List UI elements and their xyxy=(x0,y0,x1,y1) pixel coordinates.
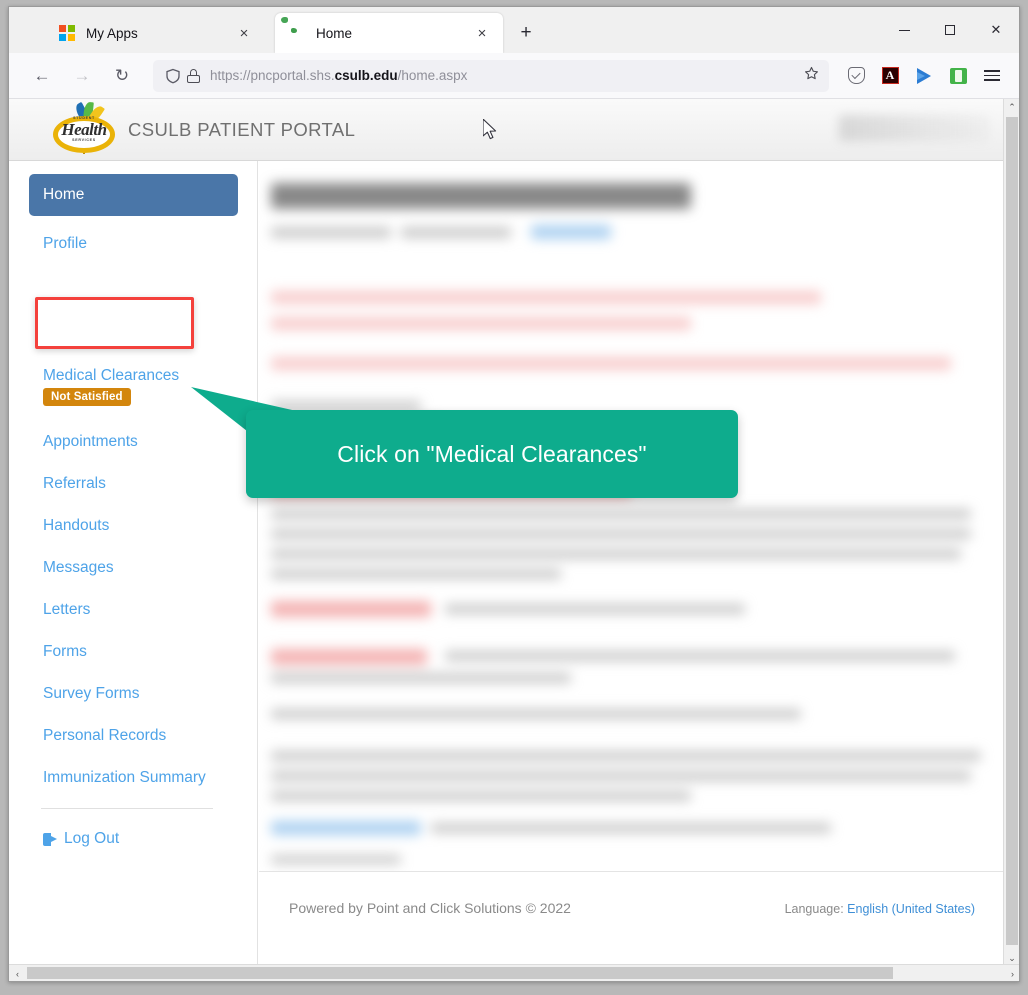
tab-my-apps-label: My Apps xyxy=(86,25,138,41)
navigation-toolbar: ← → ↻ https://pncportal.shs.csulb.edu/ho… xyxy=(9,53,1019,99)
footer-language-label: Language: xyxy=(784,902,844,916)
window-maximize-button[interactable] xyxy=(927,7,973,53)
logout-icon xyxy=(43,832,57,846)
horizontal-scrollbar[interactable]: ‹ › xyxy=(9,964,1019,981)
page-footer: Powered by Point and Click Solutions © 2… xyxy=(259,871,1005,965)
vertical-scrollbar[interactable]: ⌃ ⌄ xyxy=(1003,99,1019,967)
adobe-acrobat-icon[interactable]: A xyxy=(875,61,905,91)
footer-language-link[interactable]: English (United States) xyxy=(847,902,975,916)
instruction-callout: Click on "Medical Clearances" xyxy=(246,410,738,498)
forward-icon[interactable]: → xyxy=(65,59,99,93)
browser-window: My Apps × Home × + ✕ ← → ↻ https://pncpo… xyxy=(8,6,1020,982)
sidebar-item-letters[interactable]: Letters xyxy=(43,601,90,619)
shield-icon[interactable] xyxy=(165,68,181,84)
window-controls: ✕ xyxy=(881,7,1019,53)
green-extension-icon[interactable] xyxy=(943,61,973,91)
vertical-scrollbar-thumb[interactable] xyxy=(1006,117,1018,945)
reload-icon[interactable]: ↻ xyxy=(105,59,139,93)
pocket-icon[interactable] xyxy=(841,61,871,91)
address-bar[interactable]: https://pncportal.shs.csulb.edu/home.asp… xyxy=(153,59,829,92)
lock-icon[interactable] xyxy=(187,68,201,84)
sidebar-item-survey-forms[interactable]: Survey Forms xyxy=(43,685,139,703)
logout-button[interactable]: Log Out xyxy=(43,830,119,848)
sidebar-item-referrals[interactable]: Referrals xyxy=(43,475,106,493)
back-icon[interactable]: ← xyxy=(25,59,59,93)
url-text: https://pncportal.shs.csulb.edu/home.asp… xyxy=(210,68,468,83)
sidebar-item-medical-clearances-label: Medical Clearances xyxy=(43,367,180,384)
scroll-left-icon[interactable]: ‹ xyxy=(9,965,26,981)
tab-home-close-icon[interactable]: × xyxy=(471,22,493,44)
sidebar-item-messages[interactable]: Messages xyxy=(43,559,114,577)
microsoft-logo-icon xyxy=(59,24,76,42)
sidebar-item-appointments[interactable]: Appointments xyxy=(43,433,138,451)
sidebar-navigation: Home Profile Medical Clearances Not Sati… xyxy=(9,161,258,965)
blue-arrow-extension-icon[interactable] xyxy=(909,61,939,91)
blurred-content-layer xyxy=(259,161,1005,965)
instruction-callout-text: Click on "Medical Clearances" xyxy=(337,440,647,467)
sidebar-item-personal-records[interactable]: Personal Records xyxy=(43,727,166,745)
scroll-right-icon[interactable]: › xyxy=(1004,965,1019,981)
footer-powered-by: Powered by Point and Click Solutions © 2… xyxy=(289,900,571,916)
main-content-blurred xyxy=(259,161,1005,965)
tab-home[interactable]: Home × xyxy=(275,13,503,53)
patient-portal-page: STUDENT Health SERVICES CSULB PATIENT PO… xyxy=(9,99,1005,965)
window-close-button[interactable]: ✕ xyxy=(973,7,1019,53)
sidebar-item-handouts[interactable]: Handouts xyxy=(43,517,109,535)
sidebar-item-profile[interactable]: Profile xyxy=(43,235,87,253)
footer-language: Language: English (United States) xyxy=(785,902,975,916)
tab-strip: My Apps × Home × + ✕ xyxy=(9,7,1019,53)
portal-header: STUDENT Health SERVICES CSULB PATIENT PO… xyxy=(9,99,1005,161)
sidebar-divider xyxy=(41,808,213,809)
status-badge-not-satisfied: Not Satisfied xyxy=(43,388,131,406)
tab-home-label: Home xyxy=(316,25,353,41)
hamburger-menu-icon[interactable] xyxy=(977,61,1007,91)
header-user-info-blurred xyxy=(839,115,989,141)
tab-my-apps-close-icon[interactable]: × xyxy=(233,22,255,44)
tab-my-apps[interactable]: My Apps × xyxy=(45,13,265,53)
page-viewport: STUDENT Health SERVICES CSULB PATIENT PO… xyxy=(9,99,1019,981)
sidebar-item-home[interactable]: Home xyxy=(29,174,238,216)
logo-word: Health xyxy=(61,120,107,139)
star-icon[interactable] xyxy=(804,66,821,85)
sidebar-item-forms[interactable]: Forms xyxy=(43,643,87,661)
horizontal-scrollbar-thumb[interactable] xyxy=(27,967,893,979)
globe-icon xyxy=(289,25,306,42)
page-title: CSULB PATIENT PORTAL xyxy=(128,119,356,140)
sidebar-item-immunization-summary[interactable]: Immunization Summary xyxy=(43,769,206,787)
scroll-up-icon[interactable]: ⌃ xyxy=(1004,99,1019,116)
logo-bottom-text: SERVICES xyxy=(72,138,96,142)
window-minimize-button[interactable] xyxy=(881,7,927,53)
logout-label: Log Out xyxy=(64,830,120,847)
sidebar-item-medical-clearances[interactable]: Medical Clearances Not Satisfied xyxy=(43,367,179,406)
student-health-services-logo: STUDENT Health SERVICES xyxy=(51,101,117,157)
new-tab-button[interactable]: + xyxy=(513,20,539,46)
extension-toolbar: A xyxy=(837,61,1019,91)
